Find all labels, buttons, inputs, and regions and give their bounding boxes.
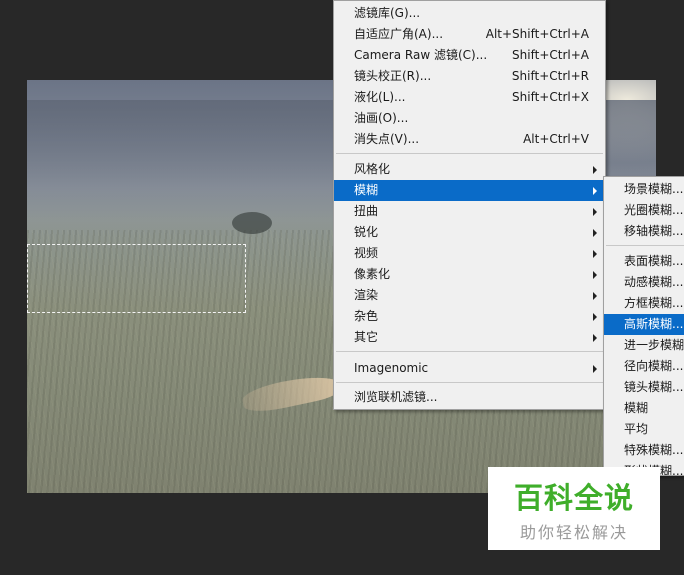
submenu-arrow-icon: [593, 271, 597, 279]
submenu-item-surface-blur[interactable]: 表面模糊...: [604, 251, 684, 272]
menu-group-other[interactable]: 其它: [334, 327, 605, 348]
watermark-title: 百科全说: [513, 481, 634, 515]
submenu-arrow-icon: [593, 166, 597, 174]
menu-group-noise[interactable]: 杂色: [334, 306, 605, 327]
menu-item-oil-paint[interactable]: 油画(O)...: [334, 108, 605, 129]
submenu-arrow-icon: [593, 187, 597, 195]
submenu-item-average[interactable]: 平均: [604, 419, 684, 440]
filter-menu: 滤镜库(G)... 自适应广角(A)... Alt+Shift+Ctrl+A C…: [333, 0, 606, 410]
menu-group-render[interactable]: 渲染: [334, 285, 605, 306]
menu-item-vanishing-point[interactable]: 消失点(V)... Alt+Ctrl+V: [334, 129, 605, 150]
menu-group-video[interactable]: 视频: [334, 243, 605, 264]
submenu-arrow-icon: [593, 292, 597, 300]
submenu-item-motion-blur[interactable]: 动感模糊...: [604, 272, 684, 293]
submenu-item-gaussian-blur[interactable]: 高斯模糊...: [604, 314, 684, 335]
menu-group-sharpen[interactable]: 锐化: [334, 222, 605, 243]
submenu-item-iris-blur[interactable]: 光圈模糊...: [604, 200, 684, 221]
bush: [232, 212, 272, 234]
submenu-item-blur[interactable]: 模糊: [604, 398, 684, 419]
blur-submenu: 场景模糊... 光圈模糊... 移轴模糊... 表面模糊... 动感模糊... …: [603, 176, 684, 476]
menu-group-pixelate[interactable]: 像素化: [334, 264, 605, 285]
menu-item-adaptive-wide-angle[interactable]: 自适应广角(A)... Alt+Shift+Ctrl+A: [334, 24, 605, 45]
menu-group-distort[interactable]: 扭曲: [334, 201, 605, 222]
menu-separator: [336, 382, 603, 383]
submenu-arrow-icon: [593, 334, 597, 342]
submenu-item-radial-blur[interactable]: 径向模糊...: [604, 356, 684, 377]
menu-group-stylize[interactable]: 风格化: [334, 159, 605, 180]
submenu-arrow-icon: [593, 250, 597, 258]
submenu-item-blur-more[interactable]: 进一步模糊: [604, 335, 684, 356]
submenu-item-lens-blur[interactable]: 镜头模糊...: [604, 377, 684, 398]
watermark-logo: 百科全说 助你轻松解决: [488, 467, 660, 550]
submenu-item-smart-blur[interactable]: 特殊模糊...: [604, 440, 684, 461]
submenu-arrow-icon: [593, 313, 597, 321]
marquee-selection[interactable]: [27, 244, 246, 313]
submenu-item-box-blur[interactable]: 方框模糊...: [604, 293, 684, 314]
menu-item-camera-raw[interactable]: Camera Raw 滤镜(C)... Shift+Ctrl+A: [334, 45, 605, 66]
submenu-item-tilt-shift[interactable]: 移轴模糊...: [604, 221, 684, 242]
watermark-subtitle: 助你轻松解决: [519, 523, 628, 542]
menu-item-liquify[interactable]: 液化(L)... Shift+Ctrl+X: [334, 87, 605, 108]
menu-separator: [336, 351, 603, 352]
menu-separator: [336, 153, 603, 154]
menu-separator: [606, 245, 684, 246]
submenu-arrow-icon: [593, 208, 597, 216]
menu-item-lens-correction[interactable]: 镜头校正(R)... Shift+Ctrl+R: [334, 66, 605, 87]
menu-group-imagenomic[interactable]: Imagenomic: [334, 358, 605, 379]
submenu-arrow-icon: [593, 365, 597, 373]
menu-item-filter-gallery[interactable]: 滤镜库(G)...: [334, 3, 605, 24]
menu-item-browse-filters-online[interactable]: 浏览联机滤镜...: [334, 387, 605, 408]
submenu-arrow-icon: [593, 229, 597, 237]
menu-group-blur[interactable]: 模糊: [334, 180, 605, 201]
submenu-item-field-blur[interactable]: 场景模糊...: [604, 179, 684, 200]
